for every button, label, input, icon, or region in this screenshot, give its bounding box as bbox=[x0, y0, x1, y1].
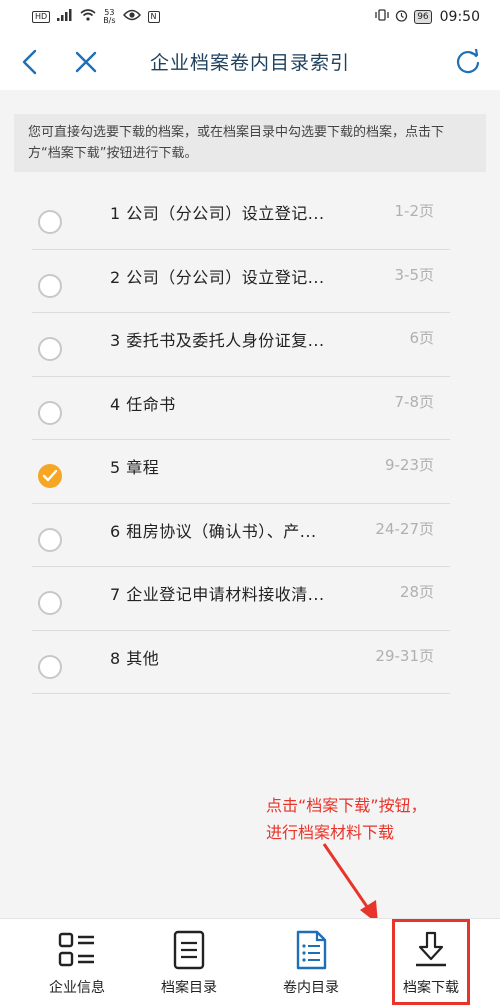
grid-list-icon bbox=[57, 929, 97, 971]
checkbox[interactable] bbox=[38, 400, 62, 425]
item-pages: 28页 bbox=[399, 583, 434, 601]
list-item[interactable]: 1 公司（分公司）设立登记... 1-2页 bbox=[14, 186, 486, 250]
item-pages: 1-2页 bbox=[394, 202, 435, 220]
hd-badge: HD bbox=[32, 11, 51, 23]
tab-label: 卷内目录 bbox=[283, 980, 339, 996]
document-list: 1 公司（分公司）设立登记... 1-2页 2 公司（分公司）设立登记... 3… bbox=[14, 186, 486, 694]
net-speed-unit: B/s bbox=[103, 16, 116, 25]
annotation-text: 点击“档案下载”按钮， 进行档案材料下载 bbox=[266, 792, 496, 846]
item-pages: 24-27页 bbox=[375, 519, 434, 538]
item-title: 6 租房协议（确认书）、产... bbox=[110, 521, 317, 541]
item-title: 7 企业登记申请材料接收清... bbox=[110, 585, 325, 604]
item-pages: 7-8页 bbox=[394, 392, 435, 411]
item-title: 3 委托书及委托人身份证复... bbox=[110, 331, 325, 350]
divider bbox=[32, 693, 450, 694]
item-title: 4 任命书 bbox=[110, 394, 176, 414]
annotation-line-1: 点击“档案下载”按钮， bbox=[266, 796, 427, 815]
item-pages: 29-31页 bbox=[375, 646, 434, 665]
item-pages: 9-23页 bbox=[384, 456, 434, 474]
page: HD 53 B/s N 96 09:50 企业档案卷内目录索引 您可直接勾选要下… bbox=[0, 0, 500, 1006]
checkbox[interactable] bbox=[38, 591, 62, 615]
checkbox[interactable] bbox=[38, 654, 62, 679]
list-item[interactable]: 4 任命书 7-8页 bbox=[14, 377, 486, 440]
checkbox[interactable] bbox=[38, 337, 62, 361]
eye-icon bbox=[122, 9, 141, 25]
tab-volume-catalog[interactable]: 卷内目录 bbox=[256, 919, 366, 1006]
item-title: 1 公司（分公司）设立登记... bbox=[110, 204, 325, 223]
list-item[interactable]: 2 公司（分公司）设立登记... 3-5页 bbox=[14, 250, 486, 313]
wifi-icon bbox=[80, 9, 96, 25]
list-item[interactable]: 7 企业登记申请材料接收清... 28页 bbox=[14, 567, 486, 631]
list-item[interactable]: 8 其他 29-31页 bbox=[14, 631, 486, 694]
nfc-icon: N bbox=[147, 11, 160, 23]
checkmark-icon bbox=[42, 469, 58, 482]
status-right: 96 09:50 bbox=[375, 9, 480, 26]
list-item[interactable]: 5 章程 9-23页 bbox=[14, 440, 486, 504]
signal-icon bbox=[57, 9, 73, 25]
download-highlight-box bbox=[392, 919, 470, 1005]
status-bar: HD 53 B/s N 96 09:50 bbox=[0, 0, 500, 34]
document-list-icon bbox=[291, 929, 331, 971]
vibrate-icon bbox=[375, 9, 389, 25]
tab-label: 档案目录 bbox=[161, 980, 217, 996]
tab-archive-catalog[interactable]: 档案目录 bbox=[134, 919, 244, 1006]
annotation-arrow-icon bbox=[322, 843, 378, 924]
document-icon bbox=[169, 929, 209, 971]
list-item[interactable]: 3 委托书及委托人身份证复... 6页 bbox=[14, 313, 486, 377]
refresh-button[interactable] bbox=[452, 46, 484, 78]
status-left: HD 53 B/s N bbox=[32, 9, 160, 25]
refresh-icon bbox=[456, 49, 480, 74]
item-title: 8 其他 bbox=[110, 648, 160, 668]
bottom-tab-bar: 企业信息 档案目录 卷内目录 档案下载 bbox=[0, 918, 500, 1006]
page-title: 企业档案卷内目录索引 bbox=[149, 52, 350, 74]
alarm-icon bbox=[395, 9, 408, 26]
net-speed: 53 B/s bbox=[103, 9, 115, 25]
battery-indicator: 96 bbox=[414, 10, 432, 24]
checkbox[interactable] bbox=[38, 210, 62, 234]
hint-text: 您可直接勾选要下载的档案，或在档案目录中勾选要下载的档案，点击下方“档案下载”按… bbox=[14, 114, 486, 172]
checkbox-checked[interactable] bbox=[38, 464, 62, 488]
checkbox[interactable] bbox=[38, 273, 62, 298]
item-title: 5 章程 bbox=[110, 458, 160, 477]
checkbox[interactable] bbox=[38, 527, 62, 552]
list-item[interactable]: 6 租房协议（确认书）、产... 24-27页 bbox=[14, 504, 486, 567]
tab-label: 企业信息 bbox=[49, 980, 105, 996]
item-pages: 3-5页 bbox=[394, 265, 435, 284]
item-title: 2 公司（分公司）设立登记... bbox=[110, 267, 325, 287]
clock: 09:50 bbox=[439, 9, 480, 25]
tab-company-info[interactable]: 企业信息 bbox=[22, 919, 132, 1006]
nav-bar: 企业档案卷内目录索引 bbox=[0, 34, 500, 90]
item-pages: 6页 bbox=[409, 329, 434, 347]
